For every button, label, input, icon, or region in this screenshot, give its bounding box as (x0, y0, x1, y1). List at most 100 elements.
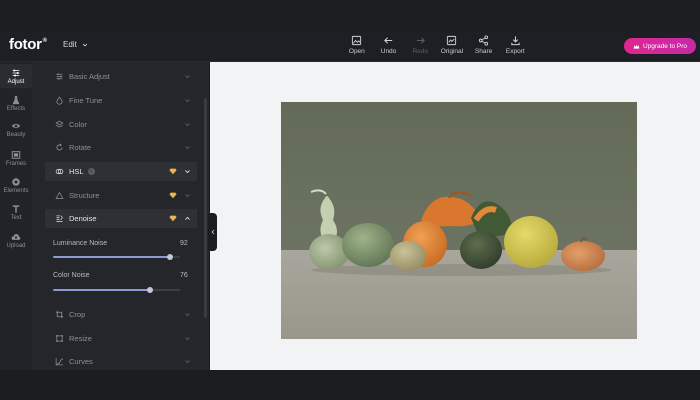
shapes-icon (12, 177, 20, 186)
rail-text[interactable]: Text (0, 200, 32, 224)
chevron-down-icon (185, 146, 190, 150)
chevron-up-icon (185, 216, 190, 220)
hsl-icon (55, 168, 64, 175)
share-button[interactable]: Share (468, 35, 500, 55)
edit-menu[interactable]: Edit (63, 40, 88, 49)
share-icon (479, 35, 489, 46)
redo-button[interactable]: Redo (404, 35, 436, 55)
rotate-icon (56, 143, 63, 151)
resize-label: Resize (69, 334, 92, 343)
arrow-left-icon (384, 37, 393, 44)
premium-gem-icon (169, 168, 177, 175)
sliders-icon (56, 73, 63, 80)
droplet-icon (56, 96, 63, 105)
curves-row[interactable]: Curves (45, 352, 197, 371)
download-icon (511, 36, 520, 46)
edit-menu-label: Edit (63, 40, 77, 49)
resize-icon (56, 335, 63, 342)
compare-icon (447, 35, 457, 46)
crop-label: Crop (69, 310, 86, 319)
rail-frames[interactable]: Frames (0, 146, 32, 170)
rail-beauty-label: Beauty (6, 131, 26, 138)
arrow-right-icon (416, 37, 425, 44)
basic-adjust-label: Basic Adjust (69, 72, 110, 81)
resize-row[interactable]: Resize (45, 329, 197, 348)
structure-label: Structure (69, 191, 100, 200)
luminance-noise-value: 92 (180, 240, 188, 247)
export-label: Export (505, 48, 525, 55)
basic-adjust-row[interactable]: Basic Adjust (45, 67, 197, 86)
open-button[interactable]: Open (341, 35, 373, 55)
info-icon[interactable]: i (87, 168, 95, 175)
curves-icon (55, 358, 63, 366)
open-label: Open (348, 48, 365, 55)
bottom-bar (0, 370, 700, 400)
chevron-down-icon (185, 313, 190, 317)
luminance-noise-label: Luminance Noise (53, 240, 108, 247)
palette-icon (55, 120, 64, 128)
export-button[interactable]: Export (499, 35, 531, 55)
top-bar: fotor® Edit Open Undo Redo Original Shar… (0, 32, 700, 62)
crown-icon (633, 43, 640, 49)
rail-upload[interactable]: Upload (0, 228, 32, 252)
luminance-noise-fill (53, 256, 170, 258)
toolbar: Open Undo Redo Original Share Export (341, 35, 531, 55)
upgrade-to-pro-button[interactable]: Upgrade to Pro (624, 38, 696, 54)
color-noise-value: 76 (180, 272, 188, 279)
chevron-down-icon (185, 99, 190, 103)
frame-icon (11, 150, 21, 159)
structure-row[interactable]: Structure (45, 186, 197, 205)
rail-elements[interactable]: Elements (0, 173, 32, 197)
triangle-icon (55, 191, 64, 199)
logo-mark: ® (42, 38, 47, 44)
cloud-upload-icon (11, 233, 21, 240)
luminance-noise-thumb[interactable] (166, 254, 173, 260)
photo-still-life[interactable] (281, 102, 637, 339)
chevron-down-icon (185, 170, 190, 174)
sliders-icon (12, 69, 20, 76)
curves-label: Curves (69, 357, 93, 366)
rotate-row[interactable]: Rotate (45, 138, 197, 157)
undo-button[interactable]: Undo (373, 35, 405, 55)
original-label: Original (440, 48, 464, 55)
chevron-down-icon (185, 123, 190, 127)
text-icon (12, 204, 20, 213)
share-label: Share (474, 48, 493, 55)
crop-row[interactable]: Crop (45, 305, 197, 324)
hsl-row[interactable]: HSL i (45, 162, 197, 181)
denoise-row[interactable]: Denoise (45, 209, 197, 228)
fine-tune-label: Fine Tune (69, 96, 103, 105)
rail-effects-label: Effects (6, 105, 26, 112)
rail-adjust-label: Adjust (7, 78, 25, 85)
original-button[interactable]: Original (436, 35, 468, 55)
chevron-down-icon (185, 75, 190, 79)
rotate-label: Rotate (69, 143, 92, 152)
fotor-logo[interactable]: fotor® (9, 36, 47, 53)
left-tool-rail: Adjust Effects Beauty Frames Elements Te… (0, 62, 32, 370)
hsl-label: HSL (69, 167, 84, 176)
luminance-noise-slider[interactable] (53, 254, 180, 260)
rail-effects[interactable]: Effects (0, 91, 32, 115)
rail-text-label: Text (10, 214, 22, 221)
crop-icon (55, 310, 64, 319)
fine-tune-row[interactable]: Fine Tune (45, 91, 197, 110)
photo-image (281, 102, 637, 339)
color-noise-thumb[interactable] (146, 287, 153, 293)
rail-adjust[interactable]: Adjust (0, 64, 32, 88)
color-row[interactable]: Color (45, 115, 197, 134)
premium-gem-icon (169, 192, 177, 199)
undo-label: Undo (380, 48, 397, 55)
window-top-strip (0, 0, 700, 32)
rail-beauty[interactable]: Beauty (0, 117, 32, 141)
upgrade-label: Upgrade to Pro (642, 42, 688, 50)
rail-elements-label: Elements (3, 187, 29, 194)
panel-scrollbar[interactable] (204, 98, 207, 318)
chevron-down-icon (185, 337, 190, 341)
color-noise-label: Color Noise (53, 272, 90, 279)
color-label: Color (69, 120, 87, 129)
premium-gem-icon (169, 215, 177, 222)
color-noise-slider[interactable] (53, 287, 180, 293)
chevron-left-icon (211, 229, 214, 235)
collapse-panel-button[interactable] (208, 213, 217, 251)
rail-frames-label: Frames (5, 160, 27, 167)
